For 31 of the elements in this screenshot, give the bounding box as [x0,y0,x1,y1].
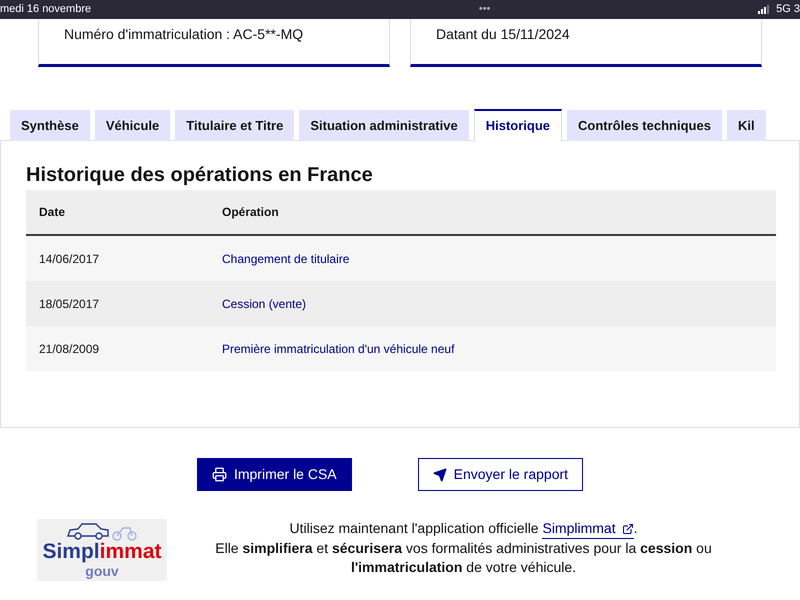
tab[interactable]: Historique [474,109,562,141]
column-header: Date [38,204,66,221]
tab[interactable]: Synthèse [10,110,90,141]
tab[interactable]: Véhicule [94,110,170,141]
operation-link[interactable]: Cession (vente) [222,294,306,312]
send-button[interactable]: Envoyer le rapport [418,458,584,491]
status-dots: ••• [478,2,490,18]
promo-body: Elle simplifiera et sécurisera vos formalités administratives pour la cession ou l'immatriculation de votre véhicule. [214,539,713,577]
promo-text: Utilisez maintenant l'application officielle Simplimmat . [167,519,760,539]
printer-icon [212,467,227,482]
table-cell-text: 18/05/2017 [38,296,100,312]
table-cell-text: 21/08/2009 [38,340,100,358]
column-header: Opération [222,204,279,221]
status-network: 5G 3 [758,1,800,18]
simplimmat-link[interactable]: Simplimmat [542,519,634,539]
external-link-icon [622,522,634,534]
operation-link[interactable]: Première immatriculation d'un véhicule neuf [222,340,454,358]
logo-subtext: gouv [85,563,119,579]
section-title: Historique des opérations en France [26,163,374,187]
card-text: Numéro d'immatriculation : AC-5**-MQ [64,26,304,42]
tab[interactable]: Titulaire et Titre [175,110,294,141]
send-icon [432,468,447,482]
print-button[interactable]: Imprimer le CSA [196,458,352,491]
status-date: medi 16 novembre [0,2,92,18]
card-text: Datant du 15/11/2024 [436,26,570,42]
tab[interactable]: Contrôles techniques [567,110,722,141]
logo-text: Simplimmat [42,541,162,563]
table-cell-text: 14/06/2017 [38,250,100,268]
operation-link[interactable]: Changement de titulaire [222,250,350,268]
tab[interactable]: Situation administrative [299,110,469,141]
tab[interactable]: Kil [726,110,766,141]
